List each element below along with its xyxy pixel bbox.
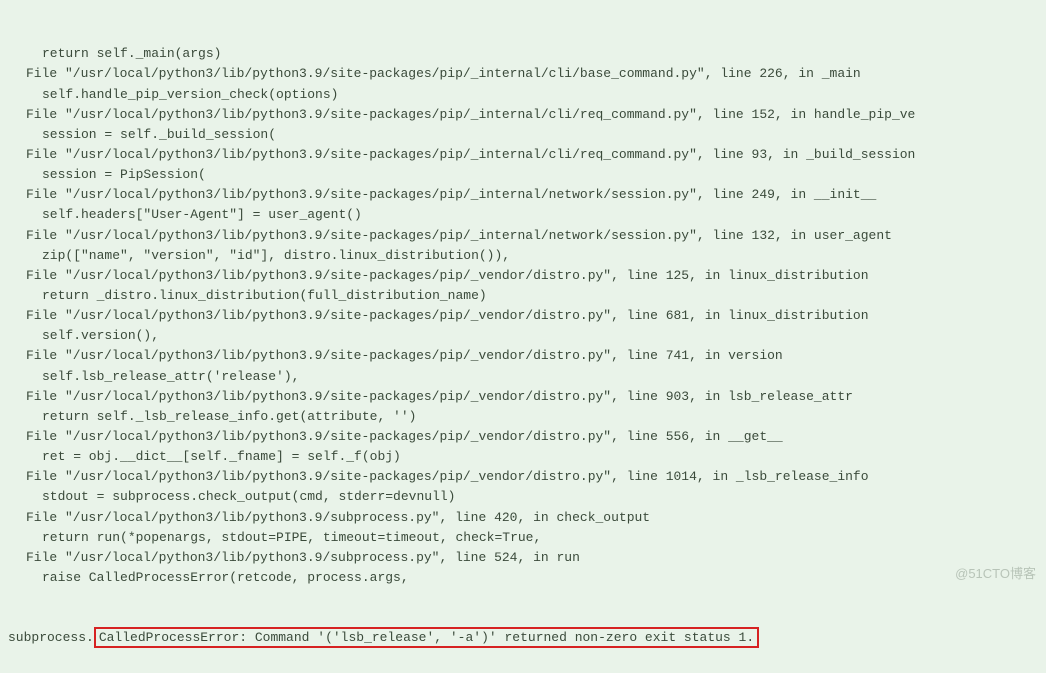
error-prefix: subprocess. bbox=[8, 630, 94, 645]
traceback-line: File "/usr/local/python3/lib/python3.9/s… bbox=[6, 548, 1040, 568]
traceback-line: File "/usr/local/python3/lib/python3.9/s… bbox=[6, 185, 1040, 205]
highlighted-error: CalledProcessError: Command '('lsb_relea… bbox=[94, 627, 759, 648]
traceback-line: return _distro.linux_distribution(full_d… bbox=[6, 286, 1040, 306]
traceback-lines: return self._main(args)File "/usr/local/… bbox=[6, 44, 1040, 588]
traceback-line: File "/usr/local/python3/lib/python3.9/s… bbox=[6, 64, 1040, 84]
traceback-line: self.handle_pip_version_check(options) bbox=[6, 85, 1040, 105]
traceback-line: File "/usr/local/python3/lib/python3.9/s… bbox=[6, 427, 1040, 447]
traceback-line: self.version(), bbox=[6, 326, 1040, 346]
traceback-line: session = PipSession( bbox=[6, 165, 1040, 185]
traceback-line: File "/usr/local/python3/lib/python3.9/s… bbox=[6, 467, 1040, 487]
traceback-line: File "/usr/local/python3/lib/python3.9/s… bbox=[6, 346, 1040, 366]
traceback-line: self.headers["User-Agent"] = user_agent(… bbox=[6, 205, 1040, 225]
traceback-line: zip(["name", "version", "id"], distro.li… bbox=[6, 246, 1040, 266]
watermark: @51CTO博客 bbox=[955, 564, 1036, 584]
traceback-line: File "/usr/local/python3/lib/python3.9/s… bbox=[6, 266, 1040, 286]
traceback-line: File "/usr/local/python3/lib/python3.9/s… bbox=[6, 508, 1040, 528]
traceback-line: ret = obj.__dict__[self._fname] = self._… bbox=[6, 447, 1040, 467]
traceback-line: return self._main(args) bbox=[6, 44, 1040, 64]
traceback-line: session = self._build_session( bbox=[6, 125, 1040, 145]
traceback-line: File "/usr/local/python3/lib/python3.9/s… bbox=[6, 387, 1040, 407]
traceback-line: return run(*popenargs, stdout=PIPE, time… bbox=[6, 528, 1040, 548]
traceback-line: return self._lsb_release_info.get(attrib… bbox=[6, 407, 1040, 427]
traceback-line: File "/usr/local/python3/lib/python3.9/s… bbox=[6, 145, 1040, 165]
traceback-line: stdout = subprocess.check_output(cmd, st… bbox=[6, 487, 1040, 507]
error-line: subprocess.CalledProcessError: Command '… bbox=[6, 628, 1040, 648]
traceback-line: File "/usr/local/python3/lib/python3.9/s… bbox=[6, 306, 1040, 326]
traceback-line: raise CalledProcessError(retcode, proces… bbox=[6, 568, 1040, 588]
traceback-line: File "/usr/local/python3/lib/python3.9/s… bbox=[6, 105, 1040, 125]
traceback-line: self.lsb_release_attr('release'), bbox=[6, 367, 1040, 387]
traceback-line: File "/usr/local/python3/lib/python3.9/s… bbox=[6, 226, 1040, 246]
python-traceback: return self._main(args)File "/usr/local/… bbox=[0, 0, 1046, 673]
